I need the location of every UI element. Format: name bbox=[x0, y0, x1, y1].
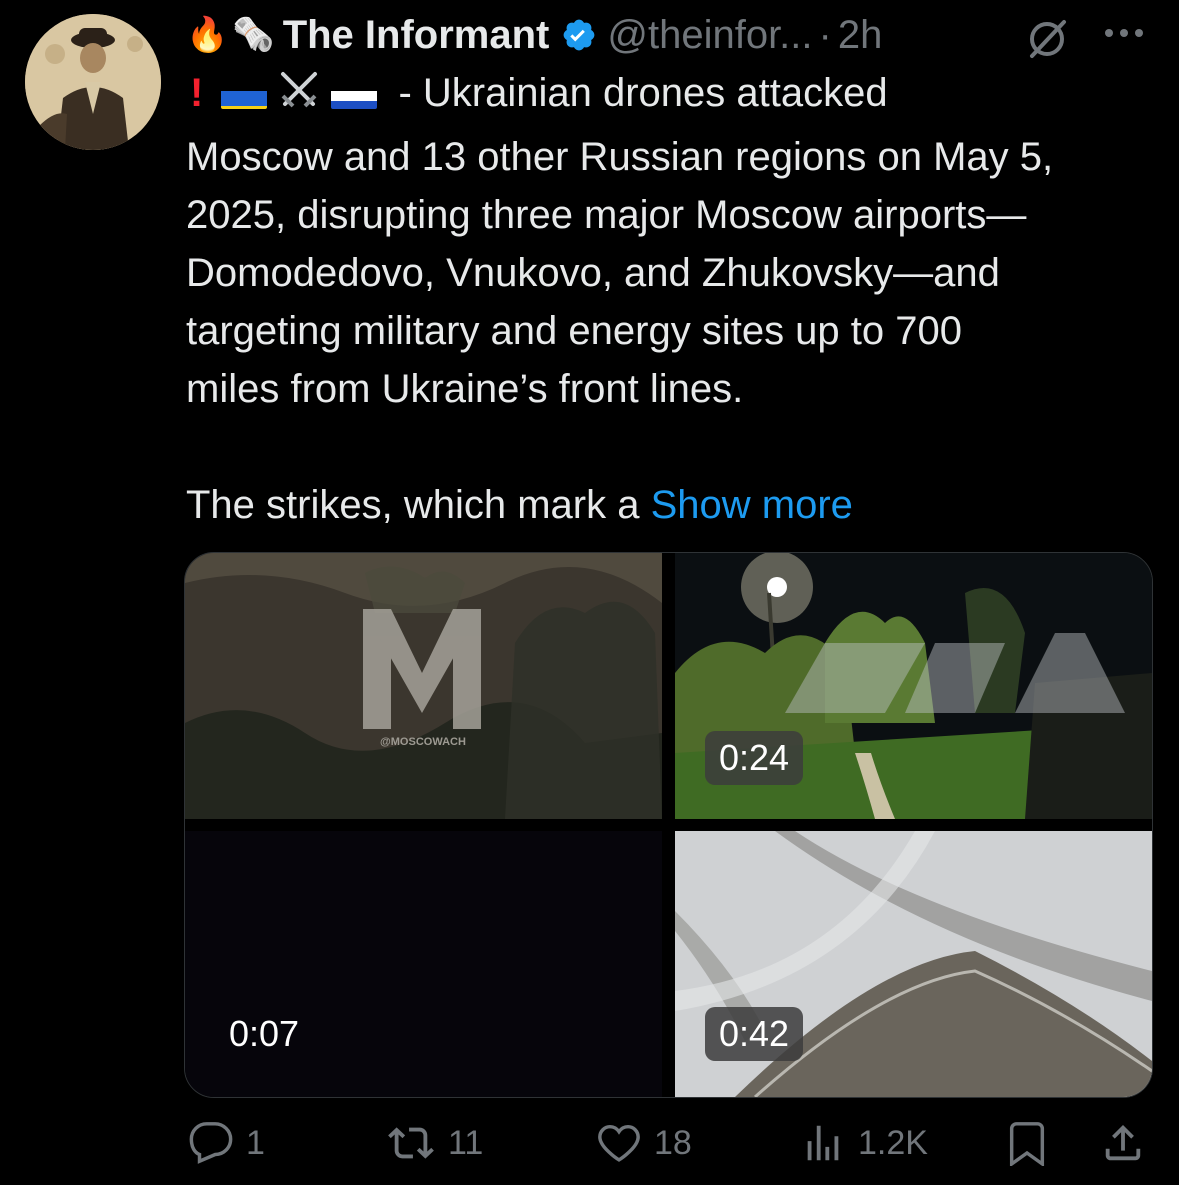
like-button[interactable]: 18 bbox=[596, 1120, 692, 1166]
video-duration-badge: 0:42 bbox=[705, 1007, 804, 1061]
crossed-swords-icon bbox=[277, 68, 321, 128]
views-count: 1.2K bbox=[858, 1123, 928, 1162]
tweet-action-bar: 1 11 18 1.2K bbox=[0, 1118, 1179, 1178]
tweet-time[interactable]: 2h bbox=[838, 13, 883, 58]
repost-button[interactable]: 11 bbox=[386, 1120, 483, 1166]
video-duration-badge: 0:24 bbox=[705, 731, 804, 785]
author-handle[interactable]: @theinfor... bbox=[607, 13, 812, 58]
share-icon bbox=[1105, 1124, 1141, 1161]
video-duration-badge: 0:07 bbox=[229, 1013, 300, 1054]
share-button[interactable] bbox=[1100, 1120, 1146, 1166]
tweet-text-first-line: Ukrainian drones attacked bbox=[422, 71, 888, 115]
ukraine-flag-icon bbox=[221, 79, 268, 109]
views-icon bbox=[807, 1125, 839, 1161]
separator-dot: · bbox=[818, 12, 832, 57]
repost-count: 11 bbox=[448, 1123, 484, 1162]
author-name[interactable]: The Informant bbox=[283, 13, 550, 58]
avatar-photo bbox=[25, 14, 161, 150]
media-tile-3[interactable]: 0:07 bbox=[185, 831, 662, 1097]
more-icon[interactable] bbox=[1102, 26, 1146, 40]
fire-icon: 🔥 bbox=[186, 16, 229, 54]
media-tile-1[interactable]: @MOSCOWACH bbox=[185, 553, 662, 819]
bookmark-icon bbox=[1009, 1122, 1045, 1166]
like-count: 18 bbox=[654, 1123, 692, 1162]
tweet-header: 🔥 🗞️ The Informant @theinfor... · 2h bbox=[186, 10, 1156, 60]
media-tile-2[interactable]: 0:24 bbox=[675, 553, 1152, 819]
author-avatar[interactable] bbox=[25, 14, 161, 150]
views-button[interactable]: 1.2K bbox=[800, 1120, 928, 1166]
tweet-text-body: Moscow and 13 other Russian regions on M… bbox=[186, 135, 1054, 527]
repost-icon bbox=[388, 1127, 434, 1159]
bookmark-button[interactable] bbox=[1004, 1120, 1050, 1166]
newspaper-icon: 🗞️ bbox=[232, 16, 275, 54]
russia-flag-icon bbox=[331, 79, 378, 109]
reply-count: 1 bbox=[246, 1123, 265, 1162]
tweet-text: ! - Ukrainian drones attacked Moscow and… bbox=[186, 64, 1161, 534]
media-tile-4[interactable]: 0:42 bbox=[675, 831, 1152, 1097]
like-icon bbox=[598, 1124, 640, 1162]
show-more-link[interactable]: Show more bbox=[651, 483, 853, 527]
text-prefix-separator: - bbox=[387, 71, 423, 115]
verified-badge-icon[interactable] bbox=[561, 17, 597, 53]
reply-button[interactable]: 1 bbox=[188, 1120, 265, 1166]
grok-icon[interactable] bbox=[1024, 16, 1070, 62]
video-thumbnail-1: @MOSCOWACH bbox=[185, 553, 662, 819]
reply-icon bbox=[189, 1122, 233, 1164]
media-watermark: @MOSCOWACH bbox=[380, 736, 466, 748]
exclamation-icon: ! bbox=[190, 71, 204, 115]
media-grid: @MOSCOWACH 0:24 0:07 0:42 bbox=[184, 552, 1153, 1098]
